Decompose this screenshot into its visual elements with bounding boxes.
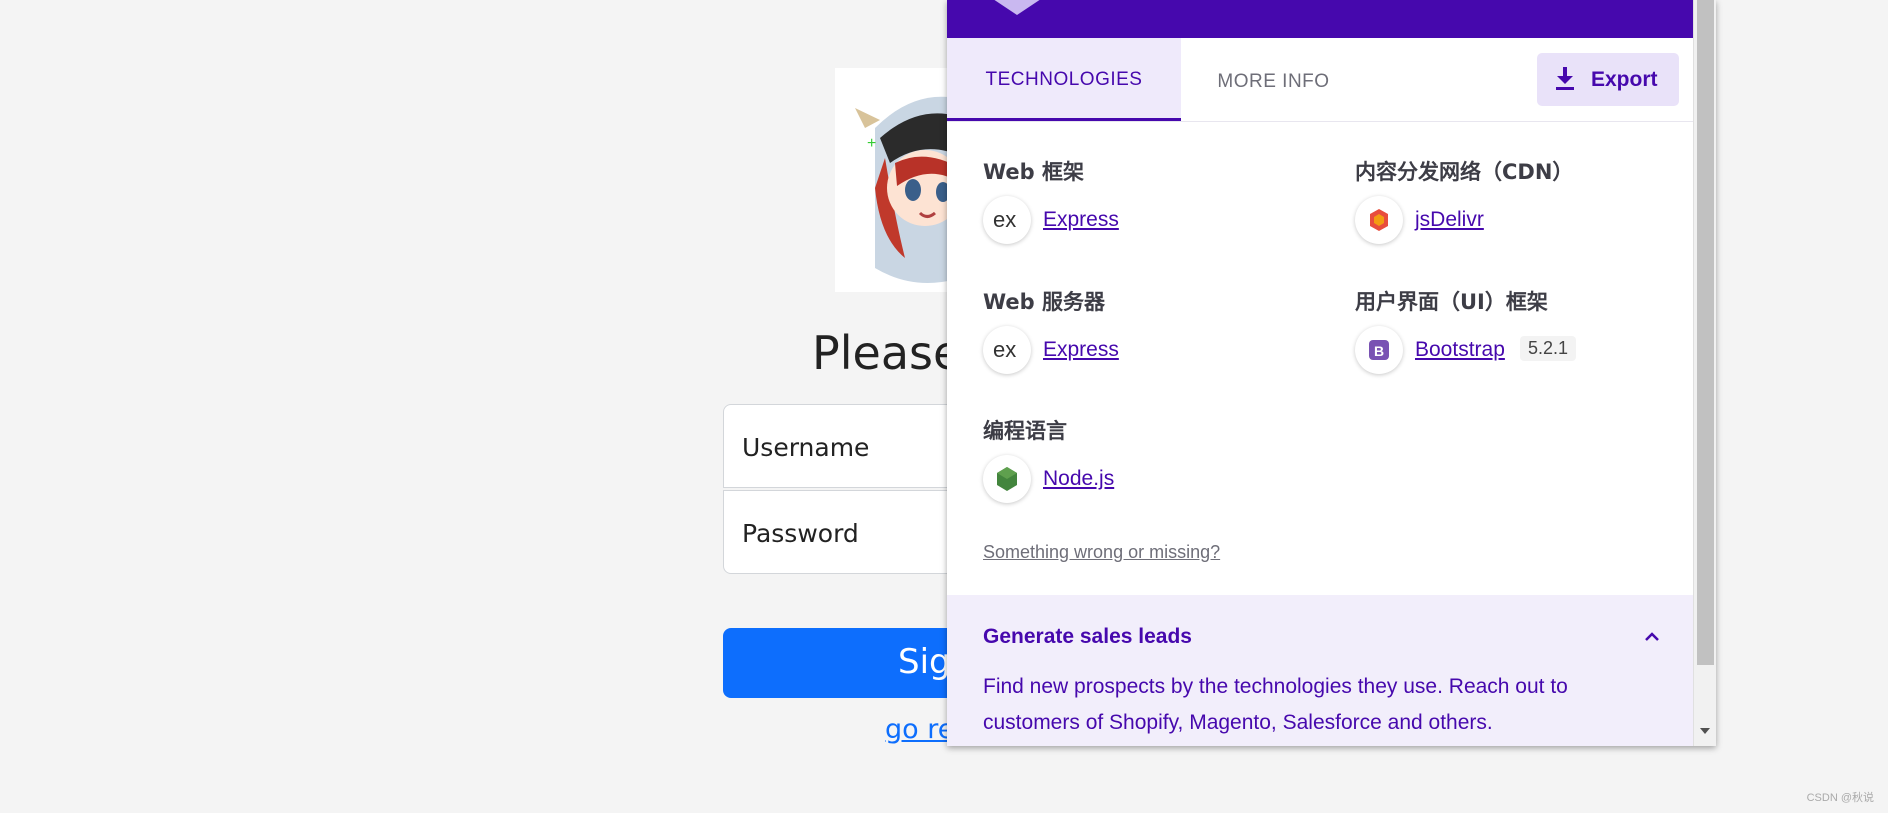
jsdelivr-icon xyxy=(1355,196,1403,244)
tab-technologies[interactable]: TECHNOLOGIES xyxy=(947,38,1181,121)
category-title: 编程语言 xyxy=(983,419,1067,443)
technologies-panel: Web 框架 ex Express 内容分发网络（CDN） jsDelivr W… xyxy=(947,122,1693,594)
username-placeholder: Username xyxy=(742,433,870,462)
scrollbar-thumb[interactable] xyxy=(1697,0,1714,665)
sales-leads-text: Find new prospects by the technologies t… xyxy=(983,675,1568,734)
tech-link-nodejs[interactable]: Node.js xyxy=(1043,467,1114,491)
sales-leads-panel: Generate sales leads Find new prospects … xyxy=(947,595,1693,746)
scroll-down-arrow-icon[interactable] xyxy=(1700,728,1710,734)
tech-link-bootstrap[interactable]: Bootstrap xyxy=(1415,338,1505,362)
svg-text:ex: ex xyxy=(993,207,1016,232)
watermark: CSDN @秋说 xyxy=(1806,792,1874,804)
category-ui-framework: 用户界面（UI）框架 B Bootstrap 5.2.1 xyxy=(1355,286,1577,374)
category-cdn: 内容分发网络（CDN） jsDelivr xyxy=(1355,156,1574,244)
tab-more-info[interactable]: MORE INFO xyxy=(1181,38,1366,120)
svg-text:+: + xyxy=(867,135,876,152)
express-icon: ex xyxy=(983,326,1031,374)
category-title: 用户界面（UI）框架 xyxy=(1355,290,1548,314)
svg-text:ex: ex xyxy=(993,337,1016,362)
bootstrap-icon: B xyxy=(1355,326,1403,374)
export-label: Export xyxy=(1591,68,1658,91)
something-wrong-link[interactable]: Something wrong or missing? xyxy=(983,542,1220,563)
svg-text:B: B xyxy=(1374,343,1384,359)
sales-leads-title: Generate sales leads xyxy=(983,625,1192,648)
tech-link-express[interactable]: Express xyxy=(1043,338,1119,362)
wappalyzer-logo-icon xyxy=(993,0,1041,15)
express-icon: ex xyxy=(983,196,1031,244)
password-placeholder: Password xyxy=(742,519,859,548)
export-button[interactable]: Export xyxy=(1537,53,1679,106)
category-web-server: Web 服务器 ex Express xyxy=(983,286,1119,374)
version-badge: 5.2.1 xyxy=(1520,336,1577,361)
download-icon xyxy=(1556,67,1574,90)
register-link[interactable]: go re xyxy=(885,714,954,745)
category-web-framework: Web 框架 ex Express xyxy=(983,156,1119,244)
category-title: Web 框架 xyxy=(983,160,1085,184)
category-title: Web 服务器 xyxy=(983,290,1106,314)
popup-scrollbar[interactable] xyxy=(1693,0,1716,746)
nodejs-icon xyxy=(983,455,1031,503)
tab-bar: TECHNOLOGIES MORE INFO Export xyxy=(947,38,1693,122)
popup-header xyxy=(947,0,1693,38)
chevron-up-icon[interactable] xyxy=(1642,627,1662,647)
category-title: 内容分发网络（CDN） xyxy=(1355,160,1574,184)
login-heading: Please xyxy=(812,326,962,380)
tech-link-express[interactable]: Express xyxy=(1043,208,1119,232)
wappalyzer-popup: TECHNOLOGIES MORE INFO Export Web 框架 ex … xyxy=(947,0,1716,746)
tech-link-jsdelivr[interactable]: jsDelivr xyxy=(1415,208,1484,232)
category-programming-language: 编程语言 Node.js xyxy=(983,415,1114,503)
